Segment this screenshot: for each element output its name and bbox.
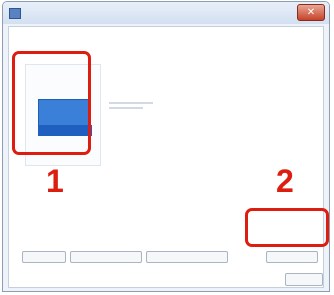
callout-number-2: 2 (276, 163, 294, 199)
button-4[interactable] (266, 251, 318, 263)
app-icon (9, 8, 21, 19)
callout-number-1: 1 (46, 163, 64, 199)
other-item-card[interactable] (109, 82, 159, 122)
close-icon[interactable]: ✕ (297, 4, 325, 21)
button-3[interactable] (146, 251, 228, 263)
other-item-divider-2 (109, 107, 143, 109)
callout-box-1 (12, 51, 91, 155)
button-row (22, 251, 322, 265)
callout-box-2 (245, 208, 329, 247)
other-item-divider (109, 102, 153, 104)
close-button[interactable] (285, 273, 323, 286)
button-2[interactable] (70, 251, 142, 263)
button-1[interactable] (22, 251, 66, 263)
title-bar: ✕ (3, 2, 329, 24)
